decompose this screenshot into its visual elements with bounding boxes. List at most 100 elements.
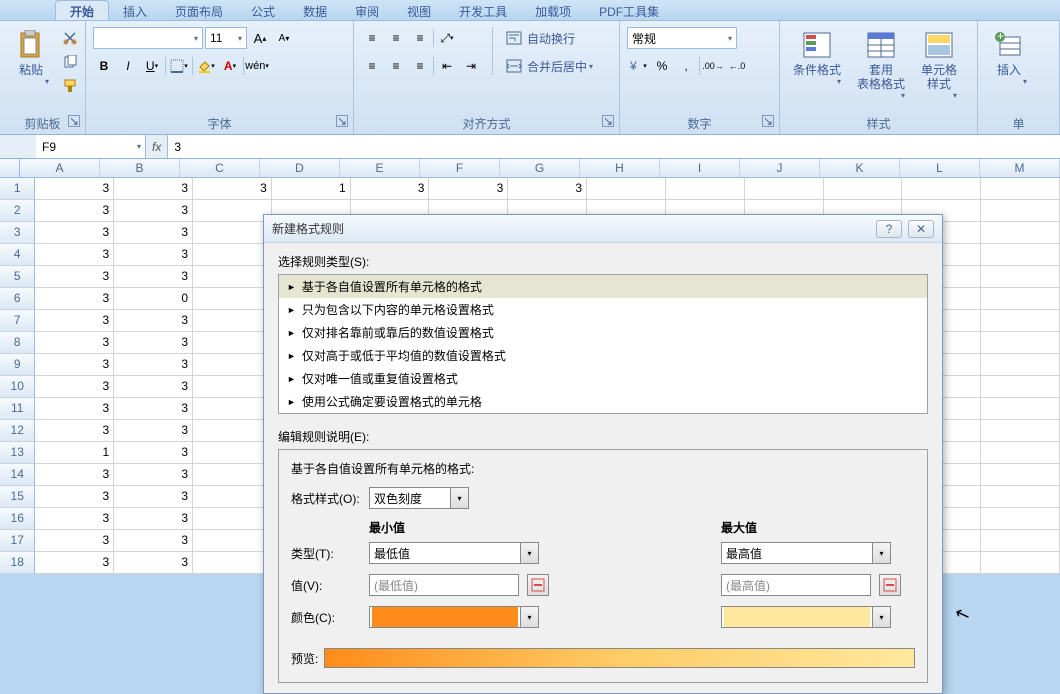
- insert-cells-button[interactable]: + 插入 ▾: [985, 27, 1033, 88]
- select-all-corner[interactable]: [0, 159, 20, 177]
- grid-cell[interactable]: [193, 486, 272, 508]
- grid-cell[interactable]: 3: [114, 420, 193, 442]
- grid-cell[interactable]: 3: [35, 552, 114, 574]
- grid-cell[interactable]: 3: [114, 200, 193, 222]
- column-header[interactable]: C: [180, 159, 260, 177]
- grid-cell[interactable]: [587, 178, 666, 200]
- grid-cell[interactable]: 3: [114, 442, 193, 464]
- column-header[interactable]: F: [420, 159, 500, 177]
- grid-cell[interactable]: [981, 552, 1060, 574]
- wrap-text-button[interactable]: 自动换行: [503, 27, 593, 49]
- grid-cell[interactable]: [666, 178, 745, 200]
- grid-cell[interactable]: [981, 486, 1060, 508]
- tab-pdf[interactable]: PDF工具集: [585, 1, 673, 20]
- color-min-dropdown[interactable]: ▾: [369, 606, 539, 628]
- grid-cell[interactable]: 3: [429, 178, 508, 200]
- grid-cell[interactable]: 3: [35, 464, 114, 486]
- close-button[interactable]: ✕: [908, 220, 934, 238]
- grid-cell[interactable]: 3: [508, 178, 587, 200]
- grid-cell[interactable]: [981, 332, 1060, 354]
- font-color-button[interactable]: A▾: [219, 55, 241, 77]
- grid-cell[interactable]: [193, 244, 272, 266]
- grid-cell[interactable]: 3: [114, 310, 193, 332]
- grid-cell[interactable]: 1: [35, 442, 114, 464]
- column-header[interactable]: A: [20, 159, 100, 177]
- bold-button[interactable]: B: [93, 55, 115, 77]
- grid-cell[interactable]: [981, 508, 1060, 530]
- grid-cell[interactable]: 3: [114, 244, 193, 266]
- fill-color-button[interactable]: ▾: [195, 55, 217, 77]
- formula-input[interactable]: 3: [167, 135, 1060, 158]
- tab-formula[interactable]: 公式: [237, 1, 289, 20]
- grid-cell[interactable]: 3: [35, 244, 114, 266]
- column-header[interactable]: H: [580, 159, 660, 177]
- column-header[interactable]: M: [980, 159, 1060, 177]
- grid-cell[interactable]: [981, 288, 1060, 310]
- rule-type-item[interactable]: ►基于各自值设置所有单元格的格式: [279, 275, 927, 298]
- grid-cell[interactable]: 3: [114, 178, 193, 200]
- tab-insert[interactable]: 插入: [109, 1, 161, 20]
- grid-cell[interactable]: 3: [35, 508, 114, 530]
- tab-view[interactable]: 视图: [393, 1, 445, 20]
- grid-cell[interactable]: 3: [35, 376, 114, 398]
- grid-cell[interactable]: [981, 464, 1060, 486]
- grid-cell[interactable]: 0: [114, 288, 193, 310]
- row-header[interactable]: 12: [0, 420, 35, 442]
- tab-layout[interactable]: 页面布局: [161, 1, 237, 20]
- tab-review[interactable]: 审阅: [341, 1, 393, 20]
- column-header[interactable]: B: [100, 159, 180, 177]
- grid-cell[interactable]: 3: [114, 354, 193, 376]
- grid-cell[interactable]: 3: [193, 178, 272, 200]
- tab-data[interactable]: 数据: [289, 1, 341, 20]
- column-header[interactable]: L: [900, 159, 980, 177]
- grid-cell[interactable]: [193, 310, 272, 332]
- row-header[interactable]: 1: [0, 178, 35, 200]
- grid-cell[interactable]: 3: [35, 332, 114, 354]
- grid-cell[interactable]: [193, 288, 272, 310]
- tab-dev[interactable]: 开发工具: [445, 1, 521, 20]
- cut-button[interactable]: [59, 27, 81, 49]
- grid-cell[interactable]: [981, 222, 1060, 244]
- grid-cell[interactable]: [981, 244, 1060, 266]
- column-header[interactable]: D: [260, 159, 340, 177]
- row-header[interactable]: 6: [0, 288, 35, 310]
- grid-cell[interactable]: 3: [35, 486, 114, 508]
- type-min-dropdown[interactable]: 最低值▾: [369, 542, 539, 564]
- comma-button[interactable]: ,: [675, 55, 697, 77]
- column-header[interactable]: G: [500, 159, 580, 177]
- copy-button[interactable]: [59, 51, 81, 73]
- grid-cell[interactable]: [981, 530, 1060, 552]
- value-max-collapse-button[interactable]: [879, 574, 901, 596]
- underline-button[interactable]: U▾: [141, 55, 163, 77]
- grid-cell[interactable]: 3: [114, 552, 193, 574]
- decrease-font-button[interactable]: A▾: [273, 27, 295, 49]
- border-button[interactable]: ▾: [168, 55, 190, 77]
- name-box[interactable]: F9▾: [36, 135, 146, 158]
- grid-cell[interactable]: [981, 200, 1060, 222]
- cell-styles-button[interactable]: 单元格 样式 ▾: [915, 27, 963, 102]
- grid-cell[interactable]: [902, 178, 981, 200]
- grid-cell[interactable]: 3: [114, 266, 193, 288]
- align-middle-button[interactable]: ≡: [385, 27, 407, 49]
- align-center-button[interactable]: ≡: [385, 55, 407, 77]
- grid-cell[interactable]: 3: [114, 486, 193, 508]
- grid-cell[interactable]: [745, 178, 824, 200]
- grid-cell[interactable]: 3: [35, 288, 114, 310]
- row-header[interactable]: 11: [0, 398, 35, 420]
- merge-center-button[interactable]: 合并后居中 ▾: [503, 55, 593, 77]
- align-top-button[interactable]: ≡: [361, 27, 383, 49]
- row-header[interactable]: 15: [0, 486, 35, 508]
- grid-cell[interactable]: 3: [35, 200, 114, 222]
- align-expand-icon[interactable]: ↘: [602, 115, 614, 127]
- grid-cell[interactable]: [981, 310, 1060, 332]
- decrease-decimal-button[interactable]: ←.0: [726, 55, 748, 77]
- row-header[interactable]: 18: [0, 552, 35, 574]
- font-name-dropdown[interactable]: ▾: [93, 27, 203, 49]
- grid-cell[interactable]: 3: [35, 420, 114, 442]
- grid-cell[interactable]: 3: [35, 530, 114, 552]
- grid-cell[interactable]: [193, 530, 272, 552]
- dialog-titlebar[interactable]: 新建格式规则 ? ✕: [264, 215, 942, 243]
- value-min-input[interactable]: (最低值): [369, 574, 519, 596]
- format-style-dropdown[interactable]: 双色刻度 ▾: [369, 487, 469, 509]
- currency-button[interactable]: ¥▾: [627, 55, 649, 77]
